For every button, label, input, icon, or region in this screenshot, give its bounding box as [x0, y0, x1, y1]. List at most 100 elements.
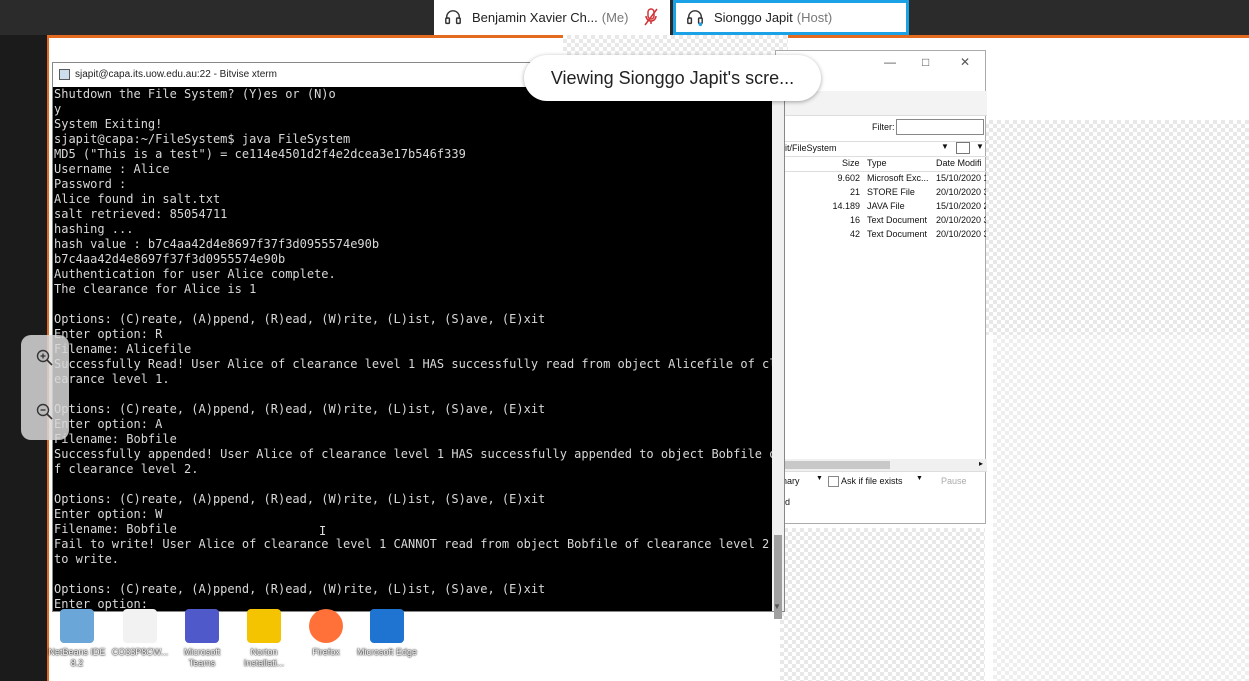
file-row[interactable]: 16 Text Document 20/10/2020 3 [776, 214, 987, 228]
terminal-line: Fail to write! User Alice of clearance l… [54, 537, 770, 551]
file-icon [123, 609, 157, 643]
file-type: STORE File [867, 187, 915, 197]
teams-icon [185, 609, 219, 643]
file-size: 9.602 [837, 173, 860, 183]
firefox-icon [309, 609, 343, 643]
file-type: Text Document [867, 215, 928, 225]
transparent-area [985, 120, 1249, 335]
path-bar[interactable]: pit/FileSystem ▼ ▼ [776, 141, 987, 157]
scrollbar-thumb[interactable] [780, 461, 890, 469]
terminal-line: y [54, 102, 62, 116]
participant-tile-me[interactable]: Benjamin Xavier Ch... (Me) [434, 0, 670, 35]
column-date[interactable]: Date Modifi [936, 158, 982, 168]
chevron-down-icon[interactable]: ▼ [773, 602, 781, 611]
netbeans-icon [60, 609, 94, 643]
terminal-icon [59, 69, 70, 80]
terminal-line: Options: (C)reate, (A)ppend, (R)ead, (W)… [54, 402, 546, 416]
terminal-output[interactable]: Shutdown the File System? (Y)es or (N)o y… [54, 87, 772, 611]
zoom-in-icon[interactable] [36, 349, 54, 367]
chevron-down-icon[interactable]: ▼ [976, 142, 984, 151]
vertical-scrollbar[interactable]: ▲ ▼ [772, 87, 784, 619]
window-title: sjapit@capa.its.uow.edu.au:22 - Bitvise … [75, 69, 277, 80]
minimize-icon[interactable]: — [884, 55, 896, 69]
terminal-line: Enter option: W [54, 507, 163, 521]
file-date: 15/10/2020 1 [936, 173, 986, 183]
terminal-line: to write. [54, 552, 120, 566]
desktop-icon-label: Norton Installati... [243, 647, 285, 668]
file-size: 14.189 [832, 201, 860, 211]
pause-button[interactable]: Pause [941, 476, 967, 486]
xterm-window[interactable]: sjapit@capa.its.uow.edu.au:22 - Bitvise … [52, 62, 785, 619]
terminal-line: sjapit@capa:~/FileSystem$ java FileSyste… [54, 132, 351, 146]
viewing-banner: Viewing Sionggo Japit's scre... [524, 55, 821, 101]
horizontal-scrollbar[interactable]: ▸ [776, 459, 987, 471]
view-grid-icon[interactable] [956, 142, 970, 154]
headset-icon [445, 9, 461, 24]
chevron-down-icon[interactable]: ▼ [941, 142, 949, 151]
column-size[interactable]: Size [842, 158, 860, 168]
file-row[interactable]: 42 Text Document 20/10/2020 3 [776, 228, 987, 242]
chevron-down-icon[interactable]: ▼ [816, 475, 823, 482]
filter-label: Filter: [872, 122, 895, 132]
terminal-line: Password : [54, 177, 127, 191]
share-border [49, 35, 993, 38]
file-row[interactable]: 14.189 JAVA File 15/10/2020 2 [776, 200, 987, 214]
desktop-icon[interactable]: NetBeans IDE 8.2 [45, 609, 109, 669]
desktop-icon-label: Microsoft Teams [183, 647, 221, 668]
file-size: 21 [849, 187, 860, 197]
terminal-line: Authentication for user Alice complete. [54, 267, 336, 281]
file-size: 42 [849, 229, 860, 239]
filter-bar: Filter: [776, 119, 987, 137]
file-exists-icon [828, 476, 839, 487]
zoom-out-icon[interactable] [36, 403, 54, 421]
mic-muted-icon [644, 8, 658, 26]
chevron-down-icon[interactable]: ▼ [916, 475, 923, 482]
file-type: JAVA File [867, 201, 905, 211]
desktop-icon[interactable]: Microsoft Edge [355, 609, 419, 658]
share-border [993, 35, 1249, 38]
participant-name: Sionggo Japit [714, 10, 793, 25]
desktop-icon-label: NetBeans IDE 8.2 [48, 647, 106, 668]
participant-role: (Host) [796, 10, 833, 25]
participant-role: (Me) [601, 10, 629, 25]
participant-tile-host[interactable]: Sionggo Japit (Host) [673, 0, 909, 35]
column-type[interactable]: Type [867, 158, 887, 168]
file-type: Microsoft Exc... [867, 173, 929, 183]
sftp-window[interactable]: — □ ✕ Filter: pit/FileSystem ▼ ▼ Size Ty… [775, 50, 987, 524]
file-size: 16 [849, 215, 860, 225]
terminal-line: Filename: Bobfile [54, 522, 177, 536]
file-row[interactable]: 9.602 Microsoft Exc... 15/10/2020 1 [776, 172, 987, 186]
file-type: Text Document [867, 229, 928, 239]
path-text: pit/FileSystem [780, 143, 837, 153]
file-row[interactable]: 21 STORE File 20/10/2020 3 [776, 186, 987, 200]
transparent-area [993, 335, 1249, 681]
chevron-right-icon[interactable]: ▸ [979, 459, 983, 468]
terminal-line: hash value : b7c4aa42d4e8697f37f3d095557… [54, 237, 380, 251]
participant-name: Benjamin Xavier Ch... [472, 10, 598, 25]
terminal-line: Successfully Read! User Alice of clearan… [54, 357, 772, 371]
desktop-icon[interactable]: Firefox [294, 609, 358, 658]
terminal-line: hashing ... [54, 222, 134, 236]
terminal-line: Username : Alice [54, 162, 170, 176]
file-list-header: Size Type Date Modifi [776, 157, 987, 172]
file-date: 15/10/2020 2 [936, 201, 986, 211]
terminal-line: Enter option: R [54, 327, 163, 341]
terminal-line: Enter option: A [54, 417, 163, 431]
close-icon[interactable]: ✕ [960, 55, 970, 69]
filter-input[interactable] [896, 119, 984, 135]
desktop-icon[interactable]: Microsoft Teams [170, 609, 234, 669]
terminal-line: f clearance level 2. [54, 462, 199, 476]
terminal-line: MD5 ("This is a test") = ce114e4501d2f4e… [54, 147, 466, 161]
maximize-icon[interactable]: □ [922, 55, 929, 69]
desktop-icon-label: CO33P8CW... [111, 647, 169, 657]
terminal-line: Successfully appended! User Alice of cle… [54, 447, 772, 461]
terminal-line: System Exiting! [54, 117, 163, 131]
terminal-line: Options: (C)reate, (A)ppend, (R)ead, (W)… [54, 312, 546, 326]
desktop-icon[interactable]: Norton Installati... [232, 609, 296, 669]
desktop-icon-label: Microsoft Edge [356, 647, 418, 657]
desktop-icon[interactable]: CO33P8CW... [108, 609, 172, 658]
terminal-line: b7c4aa42d4e8697f37f3d0955574e90b [54, 252, 286, 266]
if-exists-select[interactable]: Ask if file exists [841, 476, 903, 486]
